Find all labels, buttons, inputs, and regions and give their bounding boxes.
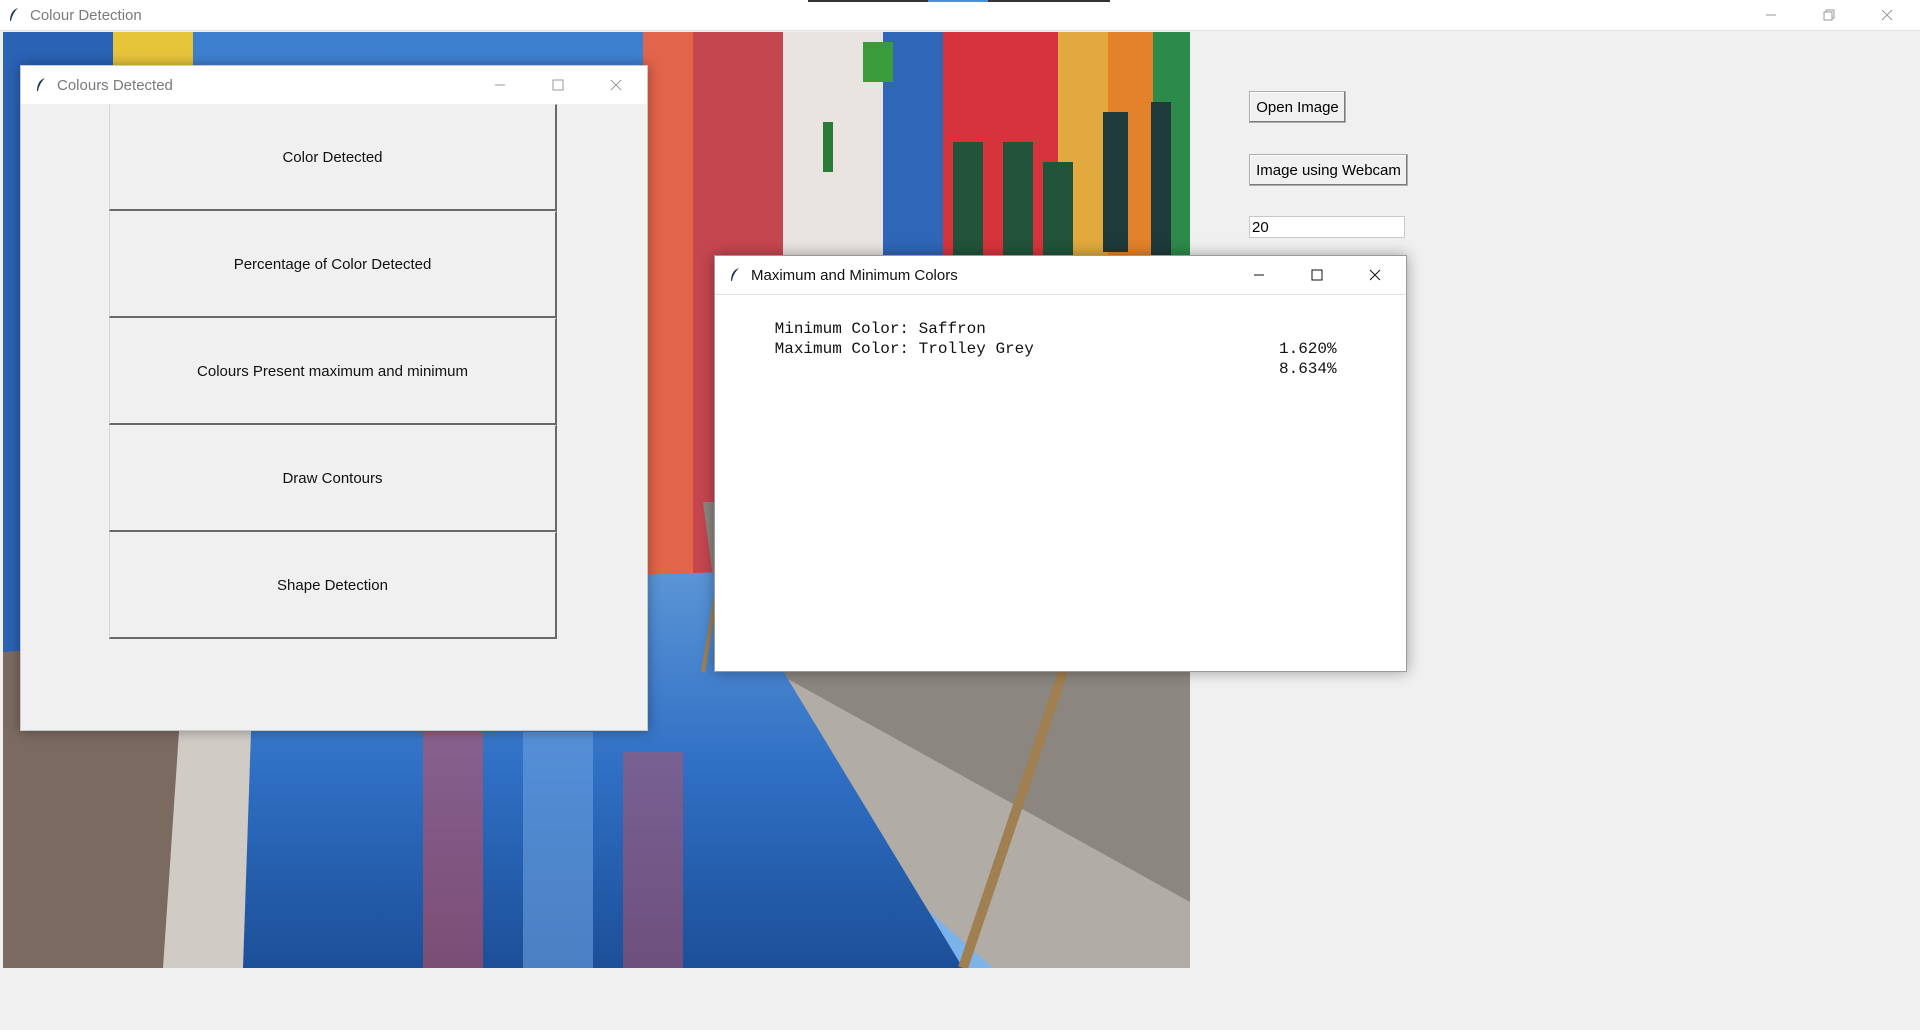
close-icon [1369,269,1381,281]
percentage-color-button[interactable]: Percentage of Color Detected [109,211,557,318]
result-row: Maximum Color: Trolley Grey 8.634% [717,319,1401,378]
result-label: Maximum Color: Trolley Grey [774,340,1034,358]
open-image-button[interactable]: Open Image [1249,91,1346,123]
maximize-button[interactable] [529,66,587,104]
feather-icon [6,7,22,23]
result-textbox[interactable]: Minimum Color: Saffron 1.620% Maximum Co… [717,299,1401,659]
result-row: Minimum Color: Saffron 1.620% [717,299,1401,358]
colours-detected-window: Colours Detected Color Detected Percenta… [20,65,648,731]
shape-detection-button[interactable]: Shape Detection [109,532,557,639]
minimize-button[interactable] [1230,256,1288,294]
minimize-icon [1254,274,1264,276]
taskbar-indicator [808,0,1110,2]
result-percentage: 1.620% [1279,340,1337,358]
color-detected-button[interactable]: Color Detected [109,104,557,211]
threshold-input[interactable] [1249,216,1405,238]
colours-window-titlebar: Colours Detected [21,66,647,104]
colours-max-min-button[interactable]: Colours Present maximum and minimum [109,318,557,425]
close-icon [1881,9,1893,21]
close-icon [610,79,622,91]
maximize-button[interactable] [1288,256,1346,294]
restore-button[interactable] [1800,0,1858,30]
minimize-icon [495,84,505,86]
maxmin-window-titlebar: Maximum and Minimum Colors [715,256,1406,295]
colours-window-title: Colours Detected [57,76,173,94]
close-button[interactable] [1346,256,1404,294]
feather-icon [33,77,49,93]
maximize-icon [552,79,564,91]
minimize-button[interactable] [1742,0,1800,30]
minimize-icon [1766,14,1776,16]
result-percentage: 8.634% [1279,360,1337,378]
feather-icon [727,267,743,283]
main-titlebar: Colour Detection [0,0,1920,31]
close-button[interactable] [587,66,645,104]
main-window-title: Colour Detection [30,6,142,24]
maximize-icon [1311,269,1323,281]
close-button[interactable] [1858,0,1916,30]
restore-icon [1823,9,1835,21]
draw-contours-button[interactable]: Draw Contours [109,425,557,532]
webcam-image-button[interactable]: Image using Webcam [1249,154,1408,186]
maxmin-window-title: Maximum and Minimum Colors [751,266,958,284]
minimize-button[interactable] [471,66,529,104]
max-min-colors-window: Maximum and Minimum Colors Minimum Color… [714,255,1407,672]
